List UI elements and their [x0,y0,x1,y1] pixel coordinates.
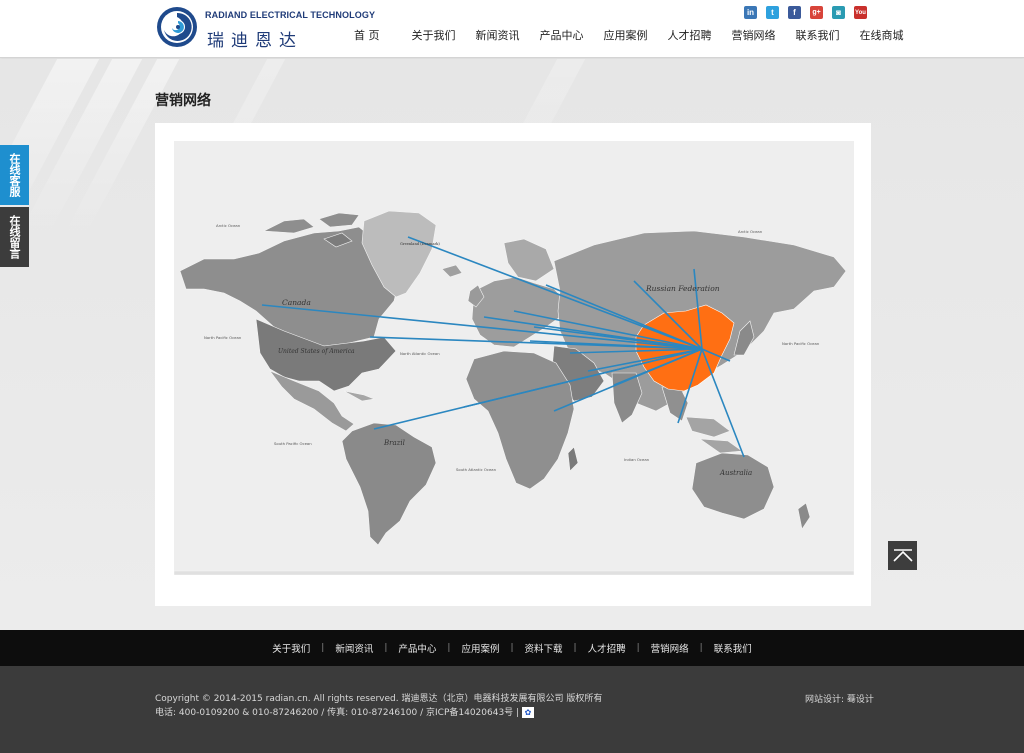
facebook-icon[interactable]: f [788,6,801,19]
online-service-tab[interactable]: 在线客服 [0,145,29,205]
footer-link-marketing[interactable]: 营销网络 [651,641,689,655]
site-header: RADIAND ELECTRICAL TECHNOLOGY 瑞迪恩达 in t … [0,0,1024,58]
label-russia: Russian Federation [645,284,720,293]
logo[interactable]: RADIAND ELECTRICAL TECHNOLOGY 瑞迪恩达 [155,4,375,52]
label-indian: Indian Ocean [624,457,650,462]
nav-products[interactable]: 产品中心 [530,27,594,43]
label-arctic-right: Arctic Ocean [738,229,763,234]
site-design-credit[interactable]: 网站设计: 蓦设计 [805,692,874,705]
footer-link-about[interactable]: 关于我们 [272,641,310,655]
footer-link-cases[interactable]: 应用案例 [461,641,499,655]
footer-link-contact[interactable]: 联系我们 [714,641,752,655]
google-plus-icon[interactable]: g+ [810,6,823,19]
nav-about[interactable]: 关于我们 [402,27,466,43]
logo-chinese-name: 瑞迪恩达 [207,31,303,51]
nav-marketing-network[interactable]: 营销网络 [722,27,786,43]
chevron-up-icon [892,548,913,562]
footer-link-careers[interactable]: 人才招聘 [588,641,626,655]
copyright: Copyright © 2014-2015 radian.cn. All rig… [155,692,602,720]
contact-line: 电话: 400-0109200 & 010-87246200 / 传真: 010… [155,706,602,720]
page-title: 营销网络 [155,93,211,109]
back-to-top-button[interactable] [888,541,917,570]
nav-news[interactable]: 新闻资讯 [466,27,530,43]
label-north-atlantic: North Atlantic Ocean [400,351,440,356]
label-north-pacific-right: North Pacific Ocean [782,341,820,346]
label-brazil: Brazil [383,439,405,447]
nav-online-store[interactable]: 在线商城 [850,27,914,43]
main-nav: 首 页 关于我们 新闻资讯 产品中心 应用案例 人才招聘 营销网络 联系我们 在… [344,27,914,43]
world-map: Russian Federation Canada United States … [174,141,854,575]
copyright-line: Copyright © 2014-2015 radian.cn. All rig… [155,694,603,704]
nav-contact[interactable]: 联系我们 [786,27,850,43]
footer-link-news[interactable]: 新闻资讯 [335,641,373,655]
footer: Copyright © 2014-2015 radian.cn. All rig… [0,666,1024,753]
youtube-icon[interactable]: You [854,6,867,19]
label-south-atlantic: South Atlantic Ocean [456,467,497,472]
footer-link-downloads[interactable]: 资料下载 [525,641,563,655]
twitter-icon[interactable]: t [766,6,779,19]
label-australia: Australia [719,469,752,477]
online-message-tab[interactable]: 在线留言 [0,207,29,267]
label-greenland: Greenland (Denmark) [400,242,440,246]
nav-home[interactable]: 首 页 [344,27,402,43]
australia-shape [691,452,775,520]
footer-nav: 关于我们 | 新闻资讯 | 产品中心 | 应用案例 | 资料下载 | 人才招聘 … [0,630,1024,666]
label-south-pacific: South Pacific Ocean [274,441,312,446]
nav-cases[interactable]: 应用案例 [594,27,658,43]
baidu-paw-icon[interactable]: ✿ [521,707,534,718]
social-links: in t f g+ ◙ You [744,6,867,19]
instagram-icon[interactable]: ◙ [832,6,845,19]
footer-link-products[interactable]: 产品中心 [398,641,436,655]
linkedin-icon[interactable]: in [744,6,757,19]
nav-careers[interactable]: 人才招聘 [658,27,722,43]
logo-english-name: RADIAND ELECTRICAL TECHNOLOGY [205,10,376,21]
label-usa: United States of America [278,348,355,355]
label-canada: Canada [282,298,311,307]
label-north-pacific-left: North Pacific Ocean [204,335,242,340]
label-arctic-left: Arctic Ocean [216,223,241,228]
logo-swirl-icon [157,7,197,47]
